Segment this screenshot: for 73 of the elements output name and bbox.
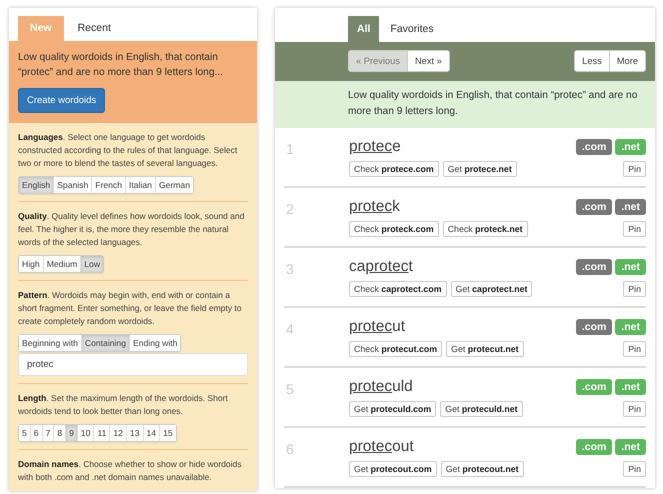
- option-button[interactable]: 11: [93, 425, 110, 441]
- pin-button[interactable]: Pin: [623, 161, 646, 177]
- domain-badge: .com: [576, 259, 612, 275]
- section-description: Languages. Select one language to get wordoids constructed according to the rules of that language. Select two or more to blend the tastes of several languages.: [18, 131, 238, 170]
- option-button[interactable]: Containing: [80, 335, 129, 351]
- option-button[interactable]: Spanish: [53, 177, 92, 193]
- pager-button[interactable]: Next »: [406, 51, 449, 71]
- tab[interactable]: All: [348, 16, 380, 42]
- create-wordoids-button[interactable]: Create wordoids: [18, 88, 106, 113]
- option-button[interactable]: 7: [42, 425, 54, 441]
- domain-badge: .net: [615, 139, 646, 155]
- domain-action-button[interactable]: Check protece.com: [349, 161, 439, 177]
- option-button[interactable]: English: [19, 177, 54, 193]
- option-button[interactable]: 15: [159, 425, 176, 441]
- wordoid-link[interactable]: protece: [349, 138, 401, 156]
- domain-badge: .com: [576, 139, 612, 155]
- domain-badge: .net: [615, 199, 646, 215]
- wordoid-link[interactable]: protecout: [349, 438, 414, 456]
- section-description: Domain names. Choose whether to show or hide wordoids with both .com and .net domain names unavailable.: [18, 458, 242, 484]
- wordoid-link[interactable]: protecut: [349, 318, 406, 336]
- option-button[interactable]: High: [19, 256, 43, 272]
- domain-badge: .net: [615, 379, 646, 395]
- size-button[interactable]: Less: [575, 51, 609, 71]
- results-description: Low quality wordoids in English, that contain “protec” and are no more than 9 letters long.: [275, 81, 655, 128]
- domain-badge: .net: [615, 319, 646, 335]
- option-button[interactable]: 6: [30, 425, 42, 441]
- option-button[interactable]: Italian: [125, 177, 155, 193]
- option-button[interactable]: 8: [53, 425, 66, 441]
- pattern-input-field[interactable]: protec: [18, 353, 248, 376]
- domain-action-button[interactable]: Check caprotect.com: [349, 281, 447, 297]
- domain-badge: .net: [615, 439, 646, 455]
- option-button[interactable]: Low: [80, 256, 104, 272]
- wordoid-link[interactable]: caprotect: [349, 258, 413, 276]
- section-description: Pattern. Wordoids may begin with, end with or contain a short fragment. Enter something, or leave the field empty to create completely random wordoids.: [18, 289, 242, 328]
- option-button[interactable]: French: [91, 177, 125, 193]
- pin-button[interactable]: Pin: [623, 281, 646, 297]
- size-button[interactable]: More: [608, 51, 645, 71]
- option-button[interactable]: 10: [76, 425, 94, 441]
- domain-action-button[interactable]: Get protecut.net: [446, 341, 524, 357]
- pin-button[interactable]: Pin: [623, 461, 646, 477]
- domain-action-button[interactable]: Check proteck.com: [349, 221, 439, 237]
- domain-action-button[interactable]: Check protecut.com: [349, 341, 442, 357]
- option-button[interactable]: German: [154, 177, 193, 193]
- option-button[interactable]: Beginning with: [19, 335, 81, 351]
- summary-text: Low quality wordoids in English, that contain “protec” and are no more than 9 letters long...: [18, 51, 224, 80]
- option-button[interactable]: Medium: [42, 256, 80, 272]
- domain-action-button[interactable]: Check proteck.net: [442, 221, 528, 237]
- wordoid-link[interactable]: proteculd: [349, 378, 413, 396]
- domain-badge: .com: [576, 199, 612, 215]
- wordoid-link[interactable]: proteck: [349, 198, 400, 216]
- domain-action-button[interactable]: Get protecout.com: [349, 461, 437, 477]
- domain-badge: .com: [576, 439, 612, 455]
- option-button[interactable]: 5: [19, 425, 30, 441]
- section-description: Length. Set the maximum length of the wordoids. Short wordoids tend to look better than long ones.: [18, 392, 229, 418]
- pin-button[interactable]: Pin: [623, 221, 646, 237]
- pin-button[interactable]: Pin: [623, 401, 646, 417]
- option-button[interactable]: 13: [126, 425, 143, 441]
- domain-action-button[interactable]: Get protece.net: [442, 161, 517, 177]
- domain-action-button[interactable]: Get proteculd.net: [440, 401, 523, 417]
- option-button[interactable]: 14: [142, 425, 160, 441]
- domain-action-button[interactable]: Get caprotect.net: [450, 281, 532, 297]
- option-button[interactable]: 9: [65, 425, 77, 441]
- pin-button[interactable]: Pin: [623, 341, 646, 357]
- domain-badge: .com: [576, 379, 612, 395]
- domain-badge: .com: [576, 319, 612, 335]
- tab[interactable]: Favorites: [381, 16, 443, 42]
- domain-badge: .net: [615, 259, 646, 275]
- domain-action-button[interactable]: Get protecout.net: [440, 461, 524, 477]
- option-button[interactable]: 12: [109, 425, 126, 441]
- domain-action-button[interactable]: Get proteculd.com: [349, 401, 436, 417]
- section-description: Quality. Quality level defines how wordoids look, sound and feel. The higher it is, the more they resemble the natural words of the selected languages.: [18, 210, 246, 249]
- option-button[interactable]: Ending with: [129, 335, 180, 351]
- tab[interactable]: Recent: [66, 16, 123, 41]
